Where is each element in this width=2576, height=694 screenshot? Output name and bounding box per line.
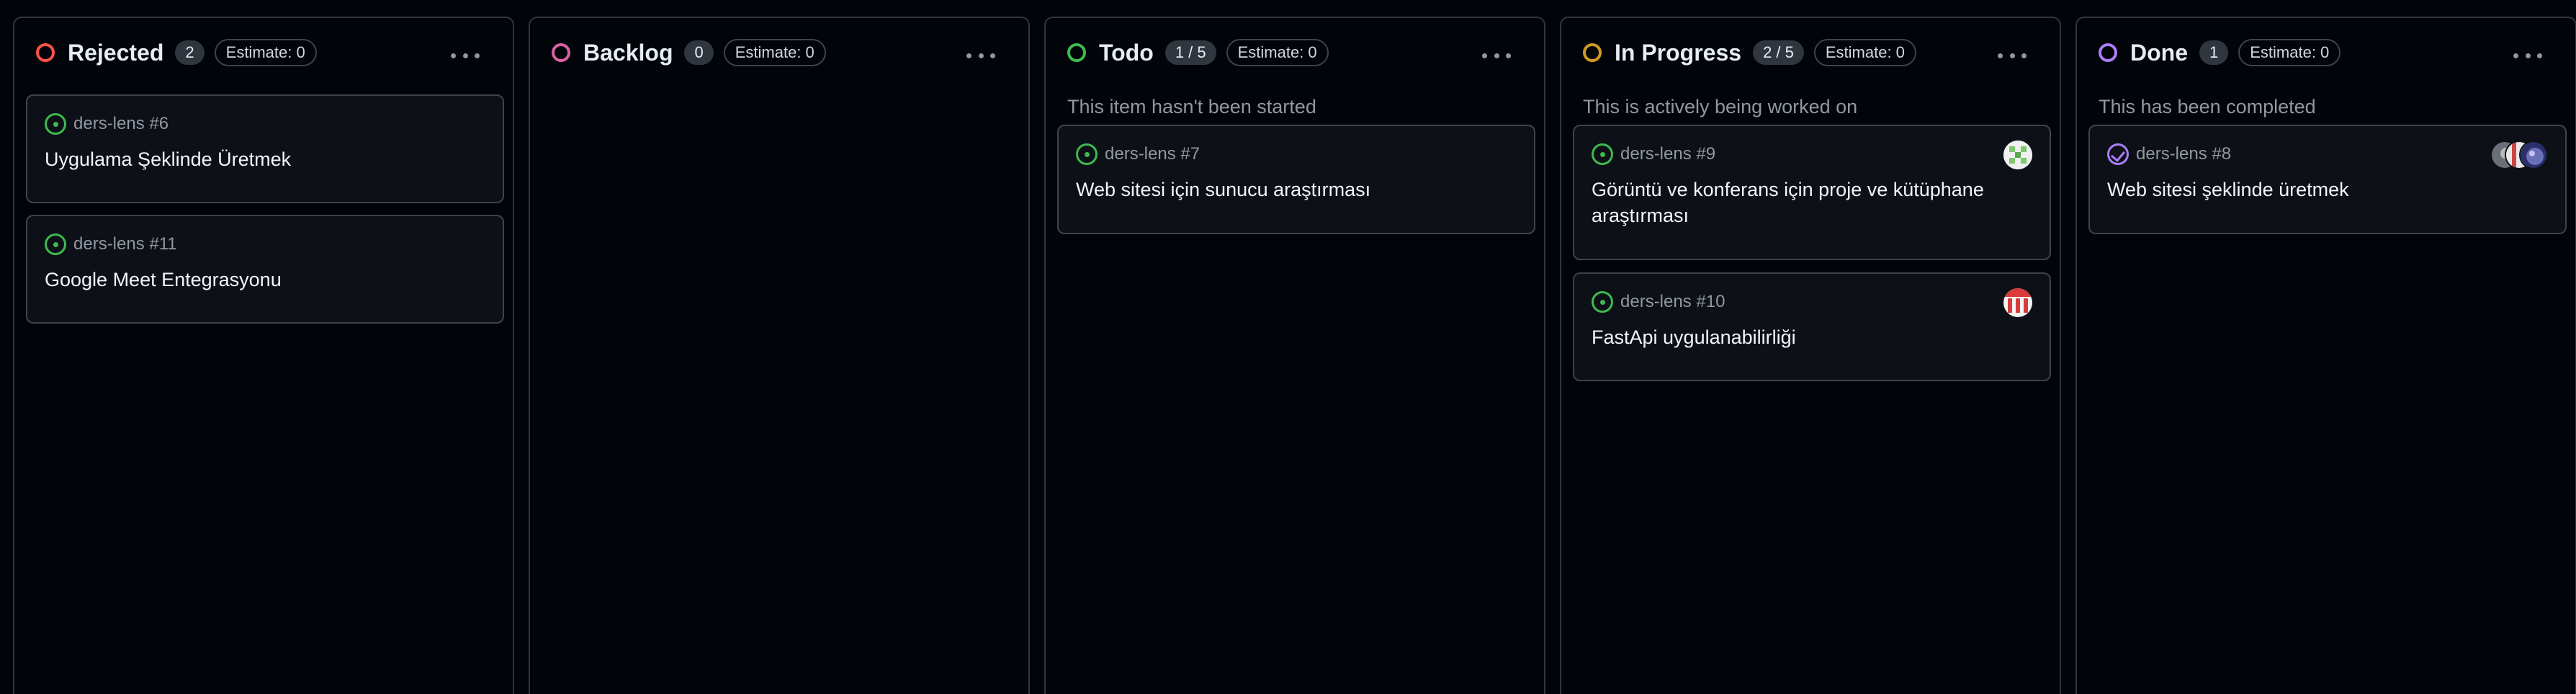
more-dot [1998,53,2003,58]
item-count-badge: 1 / 5 [1164,40,1216,65]
estimate-badge: Estimate: 0 [2238,39,2341,66]
issue-card[interactable]: ders-lens #8 Web sitesi şeklinde üretmek [2088,125,2567,234]
column-header: Todo 1 / 5 Estimate: 0 [1067,38,1329,67]
issue-open-icon [1592,291,1613,313]
column-description: This has been completed [2099,96,2316,117]
column-title: Rejected [68,39,164,66]
estimate-badge: Estimate: 0 [214,39,317,66]
assignee-avatar[interactable] [2519,141,2548,169]
issue-closed-icon [2107,143,2129,165]
issue-title[interactable]: Web sitesi şeklinde üretmek [2107,177,2548,203]
column-header: Done 1 Estimate: 0 [2099,38,2341,67]
more-dot [2513,53,2518,58]
card-meta: ders-lens #11 [45,233,177,255]
assignee-avatar[interactable] [2003,288,2032,317]
issue-reference[interactable]: ders-lens #7 [1105,144,1200,164]
card-meta: ders-lens #8 [2107,143,2231,165]
column-options-button[interactable] [966,51,995,60]
more-dot [966,53,971,58]
issue-open-icon [45,113,66,135]
column-options-button[interactable] [1998,51,2027,60]
card-meta: ders-lens #10 [1592,291,1725,313]
column-title: Done [2130,39,2188,66]
issue-card[interactable]: ders-lens #10 FastApi uygulanabilirliği [1573,272,2051,381]
status-circle-icon [1583,43,1602,62]
project-board: Rejected 2 Estimate: 0 ders-lens #6 Uygu… [0,0,2576,694]
more-dot [2537,53,2542,58]
more-dot [2525,53,2531,58]
status-circle-icon [1067,43,1086,62]
more-dot [978,53,984,58]
issue-reference[interactable]: ders-lens #6 [73,114,169,134]
column-description: This is actively being worked on [1583,96,1858,117]
column-header: Rejected 2 Estimate: 0 [36,38,317,67]
status-circle-icon [552,43,570,62]
item-count-badge: 1 [2199,40,2229,65]
issue-reference[interactable]: ders-lens #10 [1620,292,1725,312]
issue-card[interactable]: ders-lens #11 Google Meet Entegrasyonu [26,215,504,324]
item-count-badge: 0 [684,40,714,65]
column-description: This item hasn't been started [1067,96,1316,117]
column-header: Backlog 0 Estimate: 0 [552,38,826,67]
issue-reference[interactable]: ders-lens #8 [2136,144,2231,164]
issue-reference[interactable]: ders-lens #9 [1620,144,1715,164]
more-dot [475,53,480,58]
more-dot [451,53,456,58]
item-count-badge: 2 [175,40,205,65]
issue-open-icon [1592,143,1613,165]
issue-title[interactable]: FastApi uygulanabilirliği [1592,324,2032,350]
column-backlog: Backlog 0 Estimate: 0 [529,17,1030,694]
column-options-button[interactable] [1482,51,1511,60]
estimate-badge: Estimate: 0 [1226,39,1329,66]
issue-title[interactable]: Görüntü ve konferans için proje ve kütüp… [1592,177,2029,228]
column-title: Todo [1099,39,1154,66]
more-dot [990,53,995,58]
more-dot [1494,53,1499,58]
card-meta: ders-lens #9 [1592,143,1715,165]
stacked-avatar-front-icon [2521,142,2546,168]
red-striped-avatar-icon [2003,288,2032,317]
more-dot [1482,53,1487,58]
status-circle-icon [36,43,55,62]
issue-card[interactable]: ders-lens #9 Görüntü ve konferans için p… [1573,125,2051,260]
column-title: In Progress [1615,39,1742,66]
estimate-badge: Estimate: 0 [723,39,826,66]
issue-title[interactable]: Google Meet Entegrasyonu [45,267,485,293]
column-in-progress: In Progress 2 / 5 Estimate: 0 This is ac… [1560,17,2061,694]
issue-open-icon [1076,143,1098,165]
more-dot [2021,53,2027,58]
column-rejected: Rejected 2 Estimate: 0 ders-lens #6 Uygu… [13,17,514,694]
issue-title[interactable]: Web sitesi için sunucu araştırması [1076,177,1517,203]
card-meta: ders-lens #6 [45,113,169,135]
status-circle-icon [2099,43,2117,62]
estimate-badge: Estimate: 0 [1813,39,1916,66]
column-done: Done 1 Estimate: 0 This has been complet… [2075,17,2576,694]
more-dot [462,53,468,58]
issue-card[interactable]: ders-lens #6 Uygulama Şeklinde Üretmek [26,94,504,203]
column-todo: Todo 1 / 5 Estimate: 0 This item hasn't … [1044,17,1545,694]
issue-reference[interactable]: ders-lens #11 [73,234,177,254]
column-options-button[interactable] [2513,51,2542,60]
issue-title[interactable]: Uygulama Şeklinde Üretmek [45,146,485,172]
more-dot [1506,53,1511,58]
issue-open-icon [45,233,66,255]
check-mark [2110,147,2126,162]
green-pattern-avatar-icon [2003,141,2032,169]
more-dot [2009,53,2015,58]
assignee-avatar[interactable] [2003,141,2032,169]
column-options-button[interactable] [451,51,480,60]
issue-card[interactable]: ders-lens #7 Web sitesi için sunucu araş… [1057,125,1535,234]
column-title: Backlog [583,39,673,66]
card-meta: ders-lens #7 [1076,143,1200,165]
column-header: In Progress 2 / 5 Estimate: 0 [1583,38,1916,67]
item-count-badge: 2 / 5 [1753,40,1804,65]
